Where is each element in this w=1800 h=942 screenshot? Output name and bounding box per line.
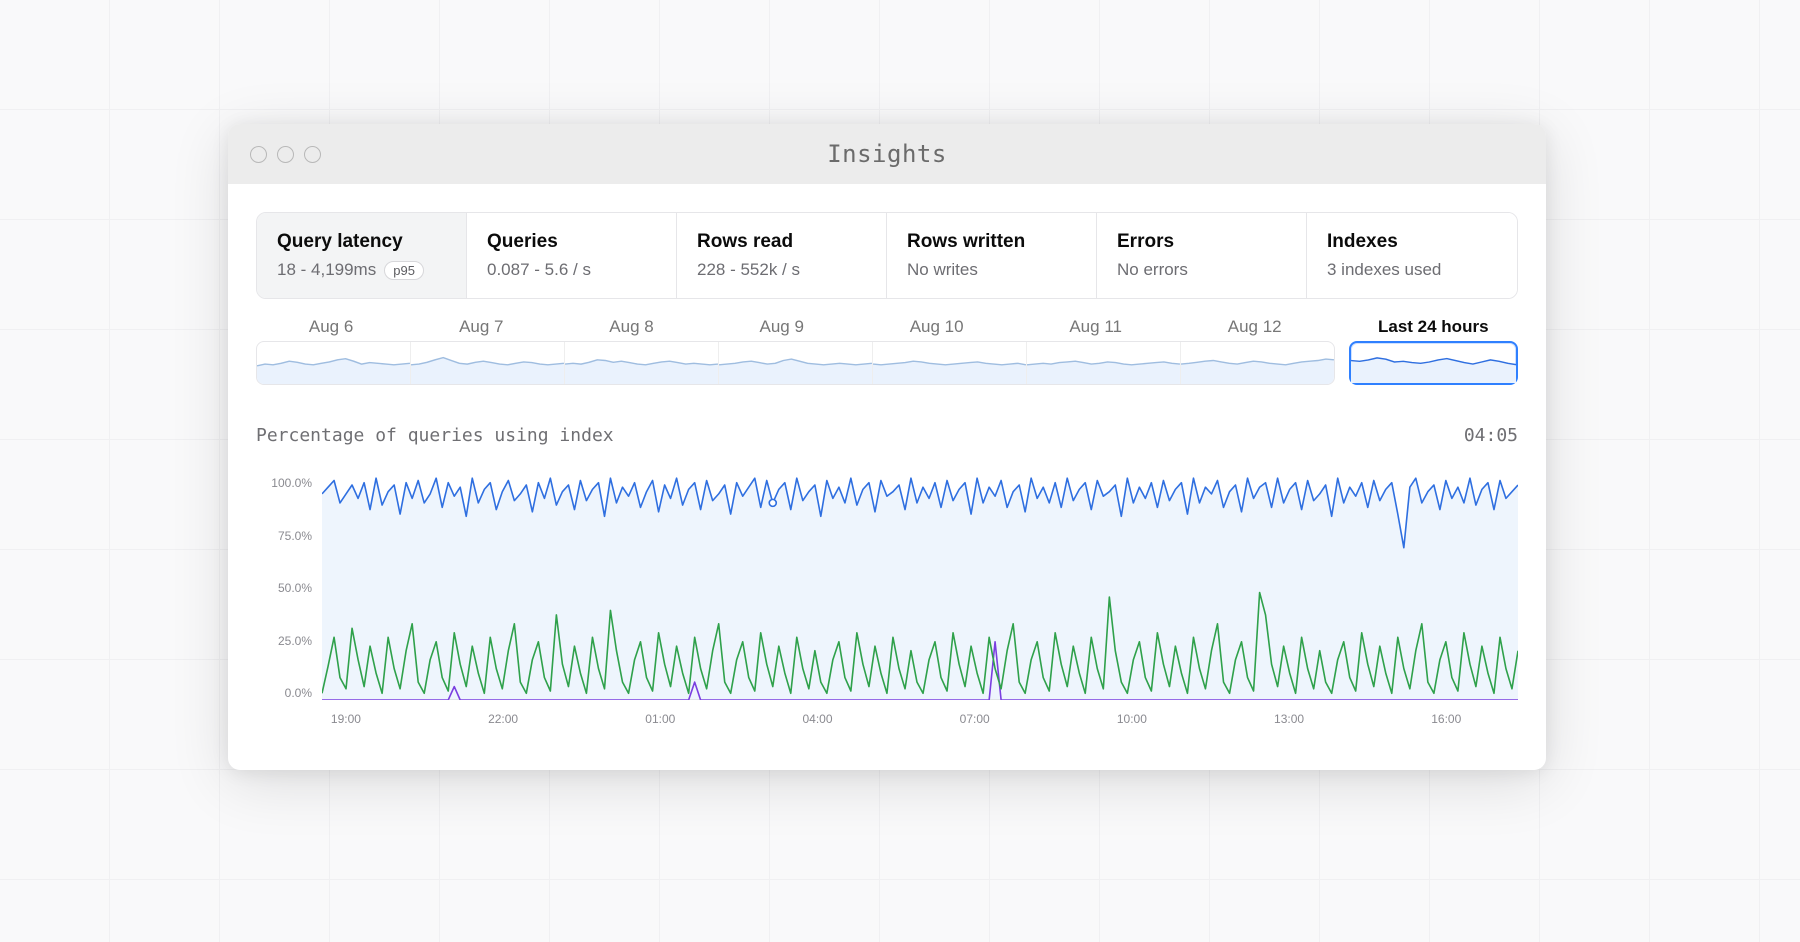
tab-title: Queries [487, 231, 656, 253]
date-range-row: Aug 6 Aug 7 Aug 8 Aug 9 Aug 10 Aug 11 Au… [256, 313, 1518, 385]
x-tick: 16:00 [1431, 712, 1461, 726]
tab-rows-written[interactable]: Rows written No writes [887, 213, 1097, 298]
y-tick: 75.0% [256, 529, 312, 543]
x-axis-labels: 19:00 22:00 01:00 04:00 07:00 10:00 13:00 16:00 [322, 706, 1518, 736]
y-axis-labels: 100.0% 75.0% 50.0% 25.0% 0.0% [256, 476, 318, 700]
tab-subtitle: 18 - 4,199ms p95 [277, 260, 446, 280]
tab-subtitle: 0.087 - 5.6 / s [487, 260, 656, 280]
y-tick: 100.0% [256, 476, 312, 490]
x-tick: 07:00 [960, 712, 990, 726]
tab-queries[interactable]: Queries 0.087 - 5.6 / s [467, 213, 677, 298]
window-body: Query latency 18 - 4,199ms p95 Queries 0… [228, 184, 1546, 770]
x-tick: 10:00 [1117, 712, 1147, 726]
day-label: Aug 10 [857, 313, 1017, 337]
sparkline-cell[interactable] [719, 342, 873, 384]
day-col[interactable]: Aug 11 [1016, 313, 1174, 341]
y-tick: 50.0% [256, 581, 312, 595]
chart-title: Percentage of queries using index [256, 425, 614, 446]
index-usage-chart: 100.0% 75.0% 50.0% 25.0% 0.0% 19:00 22:00… [256, 476, 1518, 736]
tab-title: Rows written [907, 231, 1076, 253]
day-col[interactable]: Aug 12 [1175, 313, 1335, 341]
x-tick: 01:00 [645, 712, 675, 726]
sparkline-selected[interactable] [1349, 341, 1518, 385]
metric-tabs: Query latency 18 - 4,199ms p95 Queries 0… [256, 212, 1518, 299]
day-label: Aug 6 [256, 313, 406, 337]
chart-header: Percentage of queries using index 04:05 [256, 425, 1518, 446]
sparkline-cell[interactable] [257, 342, 411, 384]
chart-plot-area[interactable] [322, 476, 1518, 700]
day-label: Aug 9 [707, 313, 857, 337]
tab-subtitle: No writes [907, 260, 1076, 280]
tab-indexes[interactable]: Indexes 3 indexes used [1307, 213, 1517, 298]
tab-subtitle: No errors [1117, 260, 1286, 280]
tab-subtitle: 228 - 552k / s [697, 260, 866, 280]
sparkline-cell[interactable] [1027, 342, 1181, 384]
insights-window: Insights Query latency 18 - 4,199ms p95 … [228, 124, 1546, 770]
window-title: Insights [228, 140, 1546, 168]
day-col[interactable]: Aug 6 [256, 313, 406, 341]
tab-query-latency[interactable]: Query latency 18 - 4,199ms p95 [257, 213, 467, 298]
sparkline-cell[interactable] [411, 342, 565, 384]
day-col[interactable]: Aug 8 [556, 313, 706, 341]
day-label: Aug 8 [556, 313, 706, 337]
tab-title: Query latency [277, 231, 446, 253]
x-tick: 22:00 [488, 712, 518, 726]
last-24h-label: Last 24 hours [1349, 313, 1518, 337]
day-label: Aug 12 [1175, 313, 1335, 337]
day-col[interactable]: Aug 9 [707, 313, 857, 341]
tab-rows-read[interactable]: Rows read 228 - 552k / s [677, 213, 887, 298]
sparkline-cell[interactable] [1181, 342, 1334, 384]
chart-time: 04:05 [1464, 425, 1518, 446]
sparkline-cell[interactable] [873, 342, 1027, 384]
x-tick: 04:00 [802, 712, 832, 726]
day-col[interactable]: Aug 7 [406, 313, 556, 341]
x-tick: 13:00 [1274, 712, 1304, 726]
tab-title: Errors [1117, 231, 1286, 253]
day-col[interactable]: Aug 10 [857, 313, 1017, 341]
x-tick: 19:00 [331, 712, 361, 726]
y-tick: 0.0% [256, 686, 312, 700]
day-label: Aug 7 [406, 313, 556, 337]
y-tick: 25.0% [256, 634, 312, 648]
tab-subtitle: 3 indexes used [1327, 260, 1497, 280]
sparkline-cell[interactable] [565, 342, 719, 384]
day-label: Aug 11 [1016, 313, 1174, 337]
tab-title: Indexes [1327, 231, 1497, 253]
percentile-badge: p95 [384, 261, 424, 280]
tab-title: Rows read [697, 231, 866, 253]
titlebar: Insights [228, 124, 1546, 184]
tab-errors[interactable]: Errors No errors [1097, 213, 1307, 298]
sparkline-row[interactable] [256, 341, 1335, 385]
tab-sub-text: 18 - 4,199ms [277, 260, 376, 280]
